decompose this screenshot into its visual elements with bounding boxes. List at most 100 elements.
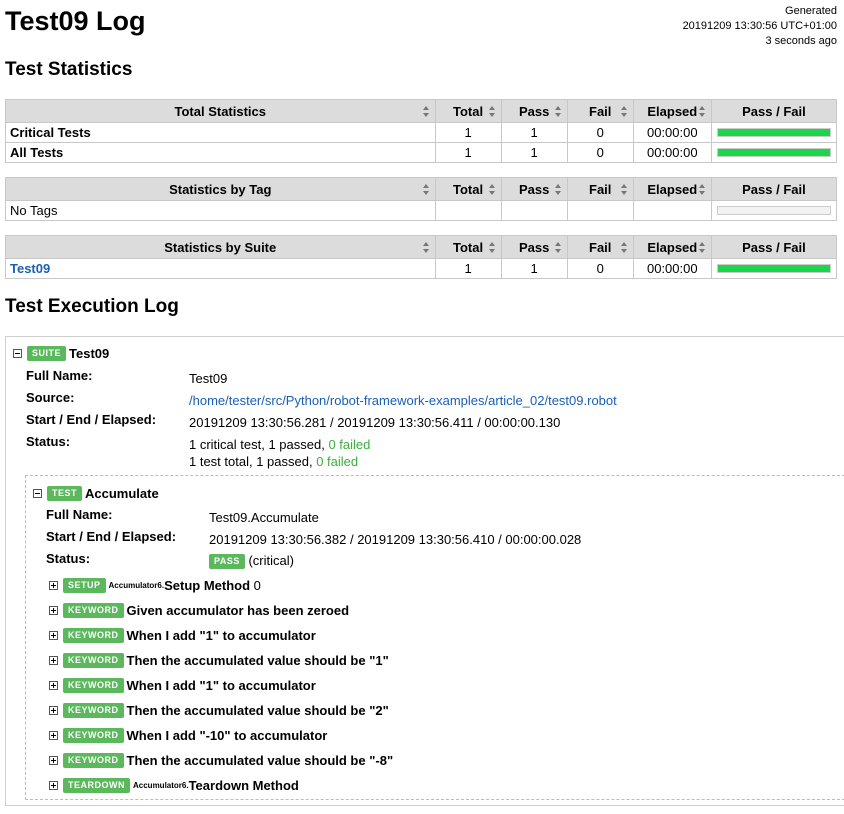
keyword-name: Then the accumulated value should be "2" [126,703,389,719]
column-elapsed-header[interactable]: Elapsed [632,235,712,259]
sort-icon[interactable] [422,106,430,117]
column-pass-header[interactable]: Pass [500,99,568,123]
stat-elapsed: 00:00:00 [632,142,712,163]
pass-fail-bar [716,148,831,157]
test-badge: TEST [47,486,83,502]
column-pass-fail-header: Pass / Fail [710,177,838,201]
column-fail-label: Fail [589,103,612,119]
sort-icon[interactable] [620,242,628,253]
sort-icon[interactable] [488,242,496,253]
keyword-row[interactable]: KEYWORD When I add "1" to accumulator [49,627,316,644]
stat-elapsed [632,200,712,221]
stat-name[interactable]: Critical Tests [5,122,436,143]
table-row[interactable]: Test09 1 1 0 00:00:00 [5,258,838,279]
keyword-row[interactable]: KEYWORD Then the accumulated value should… [49,652,389,669]
column-pass-fail-header: Pass / Fail [710,99,838,123]
suite-times-label: Start / End / Elapsed: [26,412,157,427]
suite-status-text: 1 critical test, 1 passed, [189,437,329,452]
suite-header[interactable]: SUITE Test09 [13,345,110,362]
expand-icon[interactable] [49,656,58,666]
sort-icon[interactable] [488,106,496,117]
expand-icon[interactable] [49,631,58,641]
sort-icon[interactable] [698,184,706,195]
stat-pass: 1 [500,258,568,279]
column-pass-label: Pass [518,103,550,119]
suite-name: Test09 [69,346,110,362]
column-fail-label: Fail [589,181,612,197]
column-total-header[interactable]: Total [434,235,502,259]
keyword-row[interactable]: SETUP Accumulator6.Setup Method 0 [49,577,261,594]
column-total-header[interactable]: Total [434,177,502,201]
suite-source-link[interactable]: /home/tester/src/Python/robot-framework-… [189,393,617,408]
suite-times: 20191209 13:30:56.281 / 20191209 13:30:5… [189,415,561,430]
test-full-name-label: Full Name: [46,507,113,522]
sort-icon[interactable] [554,184,562,195]
column-fail-header[interactable]: Fail [566,99,634,123]
keyword-row[interactable]: TEARDOWN Accumulator6.Teardown Method [49,777,299,794]
keyword-row[interactable]: KEYWORD Given accumulator has been zeroed [49,602,349,619]
suite-statistics-header[interactable]: Statistics by Suite [5,235,436,259]
collapse-icon[interactable] [33,489,42,499]
expand-icon[interactable] [49,731,58,741]
sort-icon[interactable] [422,242,430,253]
table-row: No Tags [5,200,838,221]
column-total-header[interactable]: Total [434,99,502,123]
column-elapsed-header[interactable]: Elapsed [632,99,712,123]
column-total-label: Total [453,103,484,119]
keyword-name: When I add "-10" to accumulator [126,728,328,744]
execution-log: SUITE Test09 Full Name: Test09 Source: /h… [5,336,844,806]
test-container: TEST Accumulate Full Name: Test09.Accumul… [25,475,844,800]
column-elapsed-header[interactable]: Elapsed [632,177,712,201]
expand-icon[interactable] [49,606,58,616]
suite-link[interactable]: Test09 [10,261,50,276]
suite-status-line1: 1 critical test, 1 passed, 0 failed [189,437,370,452]
column-fail-header[interactable]: Fail [566,177,634,201]
column-fail-header[interactable]: Fail [566,235,634,259]
expand-icon[interactable] [49,781,58,791]
keyword-row[interactable]: KEYWORD When I add "-10" to accumulator [49,727,328,744]
total-statistics-header-label: Total Statistics [174,103,267,119]
generated-timestamp: 20191209 13:30:56 UTC+01:00 [682,20,837,32]
stat-total: 1 [434,122,502,143]
column-pass-header[interactable]: Pass [500,177,568,201]
column-total-label: Total [453,181,484,197]
pass-bar-fill [717,265,830,272]
sort-icon[interactable] [698,242,706,253]
sort-icon[interactable] [620,184,628,195]
keyword-library: Accumulator6. [133,781,189,791]
sort-icon[interactable] [554,242,562,253]
tag-statistics-header[interactable]: Statistics by Tag [5,177,436,201]
keyword-name: Teardown Method [188,778,299,794]
keyword-library: Accumulator6. [108,581,165,591]
expand-icon[interactable] [49,706,58,716]
sort-icon[interactable] [488,184,496,195]
sort-icon[interactable] [698,106,706,117]
expand-icon[interactable] [49,581,58,591]
table-row[interactable]: All Tests 1 1 0 00:00:00 [5,142,838,163]
keyword-name: When I add "1" to accumulator [126,678,316,694]
test-status-note: (critical) [248,553,294,568]
execution-log-heading: Test Execution Log [5,296,179,317]
table-row[interactable]: Critical Tests 1 1 0 00:00:00 [5,122,838,143]
column-pass-label: Pass [518,181,550,197]
pass-bar-fill [717,129,830,136]
keyword-row[interactable]: KEYWORD When I add "1" to accumulator [49,677,316,694]
expand-icon[interactable] [49,756,58,766]
sort-icon[interactable] [620,106,628,117]
expand-icon[interactable] [49,681,58,691]
tag-statistics-header-label: Statistics by Tag [169,181,272,197]
suite-statistics-header-label: Statistics by Suite [164,239,277,255]
keyword-name: When I add "1" to accumulator [126,628,316,644]
keyword-row[interactable]: KEYWORD Then the accumulated value should… [49,702,389,719]
sort-icon[interactable] [554,106,562,117]
sort-icon[interactable] [422,184,430,195]
collapse-icon[interactable] [13,349,22,359]
test-header[interactable]: TEST Accumulate [33,485,159,502]
keyword-row[interactable]: KEYWORD Then the accumulated value should… [49,752,393,769]
column-pass-header[interactable]: Pass [500,235,568,259]
stat-name[interactable]: All Tests [5,142,436,163]
total-statistics-header[interactable]: Total Statistics [5,99,436,123]
stat-name: No Tags [5,200,436,221]
stat-pass: 1 [500,142,568,163]
test-full-name: Test09.Accumulate [209,510,319,525]
